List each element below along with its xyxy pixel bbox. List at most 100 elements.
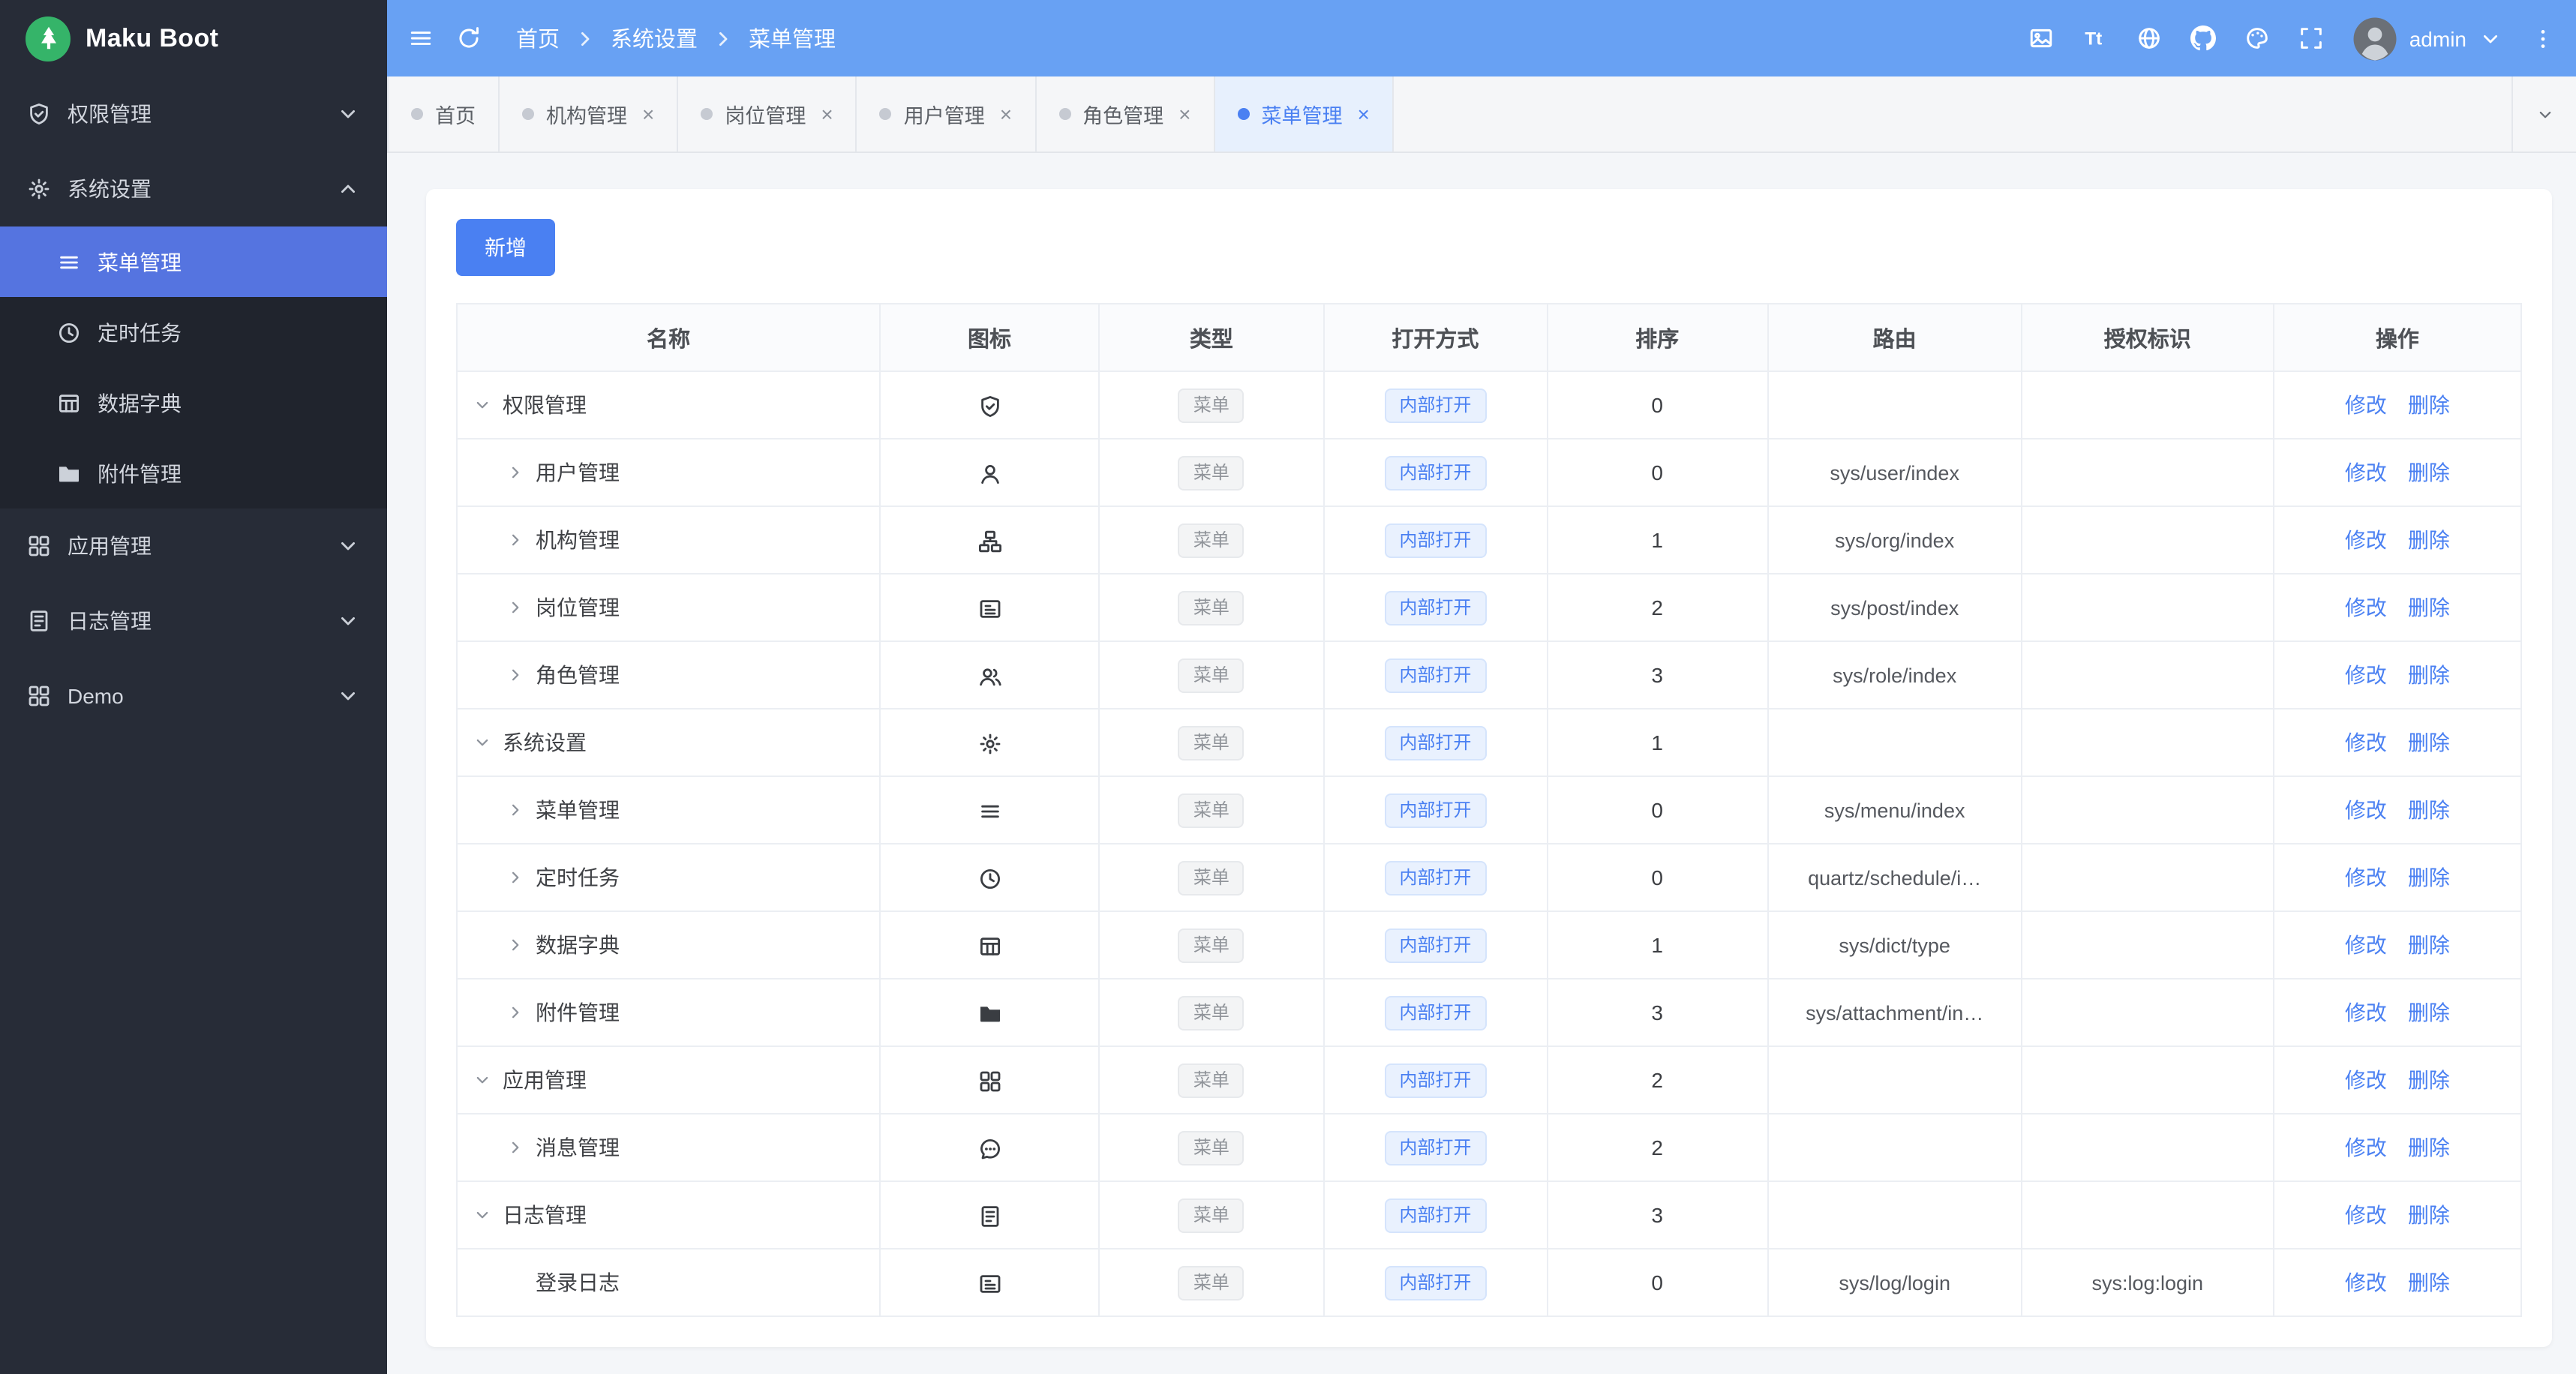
app-logo[interactable]: Maku Boot [0,0,387,76]
menu-table: 名称 图标 类型 打开方式 排序 路由 授权标识 操作 权限管理 菜单 内部打开 0 修改 删除 用户管理… [455,303,2523,1317]
sidebar-subitem[interactable]: 附件管理 [0,438,387,508]
sidebar-item[interactable]: 应用管理 [0,508,387,584]
tabs-dropdown[interactable] [2511,76,2576,152]
chevron-right-icon[interactable] [506,528,525,552]
tab-item[interactable]: 用户管理 × [857,76,1037,152]
edit-link[interactable]: 修改 [2345,1136,2387,1160]
github-icon[interactable] [2190,26,2216,51]
delete-link[interactable]: 删除 [2408,730,2450,754]
edit-link[interactable]: 修改 [2345,663,2387,687]
sidebar-item[interactable]: 系统设置 [0,152,387,226]
column-header[interactable]: 操作 [2272,303,2523,372]
delete-link[interactable]: 删除 [2408,933,2450,957]
delete-link[interactable]: 删除 [2408,1136,2450,1160]
sidebar-item[interactable]: 权限管理 [0,76,387,152]
delete-link[interactable]: 删除 [2408,596,2450,620]
delete-link[interactable]: 删除 [2408,866,2450,890]
column-header[interactable]: 类型 [1097,303,1325,372]
auth-value [2020,978,2274,1047]
folder-icon [57,461,81,485]
tab-item[interactable]: 菜单管理 × [1214,76,1394,152]
tab-item[interactable]: 岗位管理 × [678,76,857,152]
auth-value: sys:log:login [2020,1248,2274,1317]
edit-link[interactable]: 修改 [2345,460,2387,484]
chevron-right-icon[interactable] [506,1000,525,1024]
tab-item[interactable]: 角色管理 × [1036,76,1215,152]
edit-link[interactable]: 修改 [2345,933,2387,957]
delete-link[interactable]: 删除 [2408,1068,2450,1092]
table-wrap: 名称 图标 类型 打开方式 排序 路由 授权标识 操作 权限管理 菜单 内部打开 0 修改 删除 用户管理… [455,303,2523,1317]
column-header[interactable]: 路由 [1767,303,2022,372]
breadcrumb: 首页 系统设置 菜单管理 [516,22,836,54]
chevron-right-icon[interactable] [506,460,525,484]
open-type-tag: 内部打开 [1384,1063,1487,1097]
chevron-right-icon[interactable] [506,1136,525,1160]
screenshot-icon[interactable] [2028,26,2054,51]
chevron-down-icon[interactable] [473,730,492,754]
chevron-right-icon[interactable] [506,596,525,620]
sidebar-item[interactable]: Demo [0,658,387,734]
edit-link[interactable]: 修改 [2345,866,2387,890]
delete-link[interactable]: 删除 [2408,460,2450,484]
breadcrumb-item[interactable]: 系统设置 [611,22,698,54]
chevron-right-icon[interactable] [506,798,525,822]
menu-name: 机构管理 [536,528,620,552]
sidebar-item[interactable]: 日志管理 [0,584,387,658]
user-menu[interactable]: admin [2352,16,2502,61]
add-button[interactable]: 新增 [456,219,555,276]
sidebar-subitem[interactable]: 数据字典 [0,368,387,438]
gear-icon [977,731,1001,755]
refresh-icon[interactable] [456,26,482,51]
delete-link[interactable]: 删除 [2408,798,2450,822]
theme-icon[interactable] [2244,26,2270,51]
tab-close-icon[interactable]: × [1178,104,1190,124]
breadcrumb-item[interactable]: 菜单管理 [749,22,836,54]
column-header[interactable]: 打开方式 [1323,303,1548,372]
edit-link[interactable]: 修改 [2345,393,2387,417]
delete-link[interactable]: 删除 [2408,393,2450,417]
tab-close-icon[interactable]: × [642,104,654,124]
tab-close-icon[interactable]: × [1358,104,1370,124]
tab-item[interactable]: 首页 [387,76,500,152]
chevron-right-icon[interactable] [506,866,525,890]
tab-item[interactable]: 机构管理 × [500,76,679,152]
column-header[interactable]: 图标 [879,303,1100,372]
delete-link[interactable]: 删除 [2408,663,2450,687]
chevron-down-icon[interactable] [473,1203,492,1227]
globe-icon[interactable] [2136,26,2162,51]
edit-link[interactable]: 修改 [2345,1203,2387,1227]
chevron-right-icon[interactable] [506,933,525,957]
column-header[interactable]: 名称 [455,303,881,372]
chevron-right-icon[interactable] [506,663,525,687]
font-size-icon[interactable]: Tt [2082,26,2108,51]
sidebar-subitem-label: 数据字典 [98,391,182,415]
edit-link[interactable]: 修改 [2345,1000,2387,1024]
fullscreen-icon[interactable] [2298,26,2324,51]
edit-link[interactable]: 修改 [2345,596,2387,620]
sort-value: 2 [1545,1113,1769,1182]
chevron-down-icon[interactable] [473,1068,492,1092]
edit-link[interactable]: 修改 [2345,528,2387,552]
grid-table-icon [57,391,81,415]
open-type-tag: 内部打开 [1384,1130,1487,1165]
chevron-down-icon[interactable] [473,393,492,417]
edit-link[interactable]: 修改 [2345,730,2387,754]
edit-link[interactable]: 修改 [2345,1270,2387,1294]
kebab-menu-icon[interactable] [2531,26,2555,50]
delete-link[interactable]: 删除 [2408,1203,2450,1227]
tab-close-icon[interactable]: × [821,104,833,124]
column-header[interactable]: 排序 [1545,303,1769,372]
sidebar-subitem[interactable]: 菜单管理 [0,226,387,297]
breadcrumb-item[interactable]: 首页 [516,22,560,54]
hamburger-icon[interactable] [408,26,434,51]
delete-link[interactable]: 删除 [2408,1000,2450,1024]
delete-link[interactable]: 删除 [2408,1270,2450,1294]
edit-link[interactable]: 修改 [2345,798,2387,822]
tab-close-icon[interactable]: × [1000,104,1012,124]
column-header[interactable]: 授权标识 [2020,303,2274,372]
delete-link[interactable]: 删除 [2408,528,2450,552]
sidebar-subitem[interactable]: 定时任务 [0,297,387,368]
type-tag: 菜单 [1178,1063,1244,1097]
tabs: 首页 机构管理 × 岗位管理 × 用户管理 × 角色管理 × 菜单管理 × [387,76,2511,152]
edit-link[interactable]: 修改 [2345,1068,2387,1092]
